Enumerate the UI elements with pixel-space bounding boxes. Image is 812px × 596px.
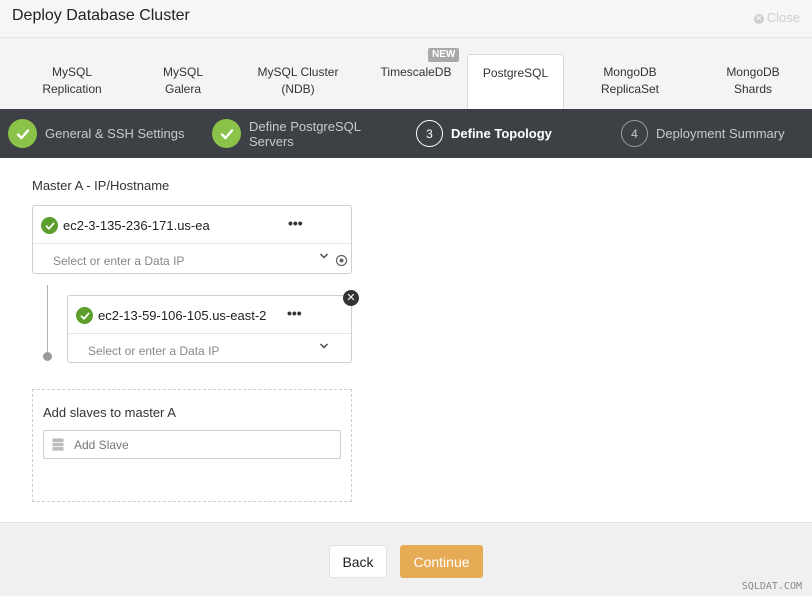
step-label-line1: Define PostgreSQL: [249, 118, 362, 134]
tab-timescaledb[interactable]: TimescaleDB: [370, 54, 462, 109]
more-icon[interactable]: •••: [288, 215, 303, 231]
wizard-steps: General & SSH Settings Define PostgreSQL…: [0, 109, 812, 158]
slave-node-card: ec2-13-59-106-105.us-east-2 ••• Select o…: [67, 295, 352, 363]
step-number: 4: [621, 120, 648, 147]
topology-connector-dot: [43, 352, 52, 361]
step-define-topology[interactable]: 3 Define Topology: [416, 109, 552, 158]
dialog-header: Deploy Database Cluster ✕ Close: [0, 0, 812, 38]
chevron-down-icon[interactable]: [319, 341, 329, 354]
step-label: General & SSH Settings: [45, 126, 185, 141]
tab-mysql-replication[interactable]: MySQL Replication: [27, 54, 117, 109]
tab-postgresql[interactable]: PostgreSQL: [467, 54, 564, 109]
tab-label: PostgreSQL: [482, 66, 549, 80]
check-icon: [76, 307, 93, 324]
master-node-card: ec2-3-135-236-171.us-ea ••• Select or en…: [32, 205, 352, 274]
locate-icon[interactable]: [335, 254, 348, 272]
tab-label: Shards: [733, 82, 773, 96]
add-slave-placeholder: Add Slave: [74, 438, 129, 452]
tab-mysql-cluster-ndb[interactable]: MySQL Cluster (NDB): [248, 54, 348, 109]
tab-mongodb-replicaset[interactable]: MongoDB ReplicaSet: [585, 54, 675, 109]
close-label: Close: [766, 10, 800, 25]
watermark: SQLDAT.COM: [741, 581, 802, 592]
dialog-footer: Back Continue SQLDAT.COM: [0, 522, 812, 596]
step-deployment-summary[interactable]: 4 Deployment Summary: [621, 109, 785, 158]
dialog-title: Deploy Database Cluster: [12, 7, 190, 24]
back-button[interactable]: Back: [329, 545, 387, 578]
step-label: Define Topology: [451, 126, 552, 141]
add-slave-input[interactable]: Add Slave: [43, 430, 341, 459]
master-host-row: ec2-3-135-236-171.us-ea •••: [33, 206, 351, 244]
step-define-postgresql-servers[interactable]: Define PostgreSQL Servers: [212, 109, 361, 158]
tab-label: MySQL Cluster: [257, 65, 339, 79]
tab-label: MySQL: [162, 65, 203, 79]
topology-connector-line: [47, 285, 48, 355]
step-number: 3: [416, 120, 443, 147]
database-type-tabs: MySQL Replication MySQL Galera MySQL Clu…: [0, 38, 812, 109]
master-label: Master A - IP/Hostname: [32, 178, 170, 193]
master-hostname: ec2-3-135-236-171.us-ea: [63, 218, 210, 233]
slave-hostname: ec2-13-59-106-105.us-east-2: [98, 308, 267, 323]
tab-mysql-galera[interactable]: MySQL Galera: [138, 54, 228, 109]
tab-label: ReplicaSet: [600, 82, 660, 96]
slave-data-ip-input[interactable]: Select or enter a Data IP: [88, 344, 219, 358]
check-icon: [8, 119, 37, 148]
master-data-ip-input[interactable]: Select or enter a Data IP: [53, 254, 184, 268]
tab-label: MongoDB: [726, 65, 780, 79]
tab-label: Galera: [164, 82, 202, 96]
check-icon: [41, 217, 58, 234]
check-icon: [212, 119, 241, 148]
tab-label: MongoDB: [603, 65, 657, 79]
tab-mongodb-shards[interactable]: MongoDB Shards: [708, 54, 798, 109]
slave-host-row: ec2-13-59-106-105.us-east-2 •••: [68, 296, 351, 334]
close-icon: ✕: [753, 14, 764, 24]
tab-label: Replication: [42, 82, 102, 96]
tab-label: TimescaleDB: [380, 65, 452, 79]
continue-button[interactable]: Continue: [400, 545, 483, 578]
step-label: Define PostgreSQL Servers: [249, 119, 361, 149]
more-icon[interactable]: •••: [287, 305, 302, 321]
close-button[interactable]: ✕ Close: [753, 10, 800, 25]
chevron-down-icon[interactable]: [319, 251, 329, 264]
add-slaves-panel: Add slaves to master A Add Slave: [32, 389, 352, 502]
add-slaves-title: Add slaves to master A: [43, 405, 176, 420]
step-label-line2: Servers: [249, 133, 294, 149]
tab-label: (NDB): [281, 82, 315, 96]
server-icon: [52, 438, 64, 451]
step-general-ssh-settings[interactable]: General & SSH Settings: [8, 109, 184, 158]
tab-label: MySQL: [51, 65, 92, 79]
new-badge: NEW: [428, 48, 460, 62]
remove-icon[interactable]: ✕: [343, 290, 359, 306]
step-label: Deployment Summary: [656, 126, 785, 141]
